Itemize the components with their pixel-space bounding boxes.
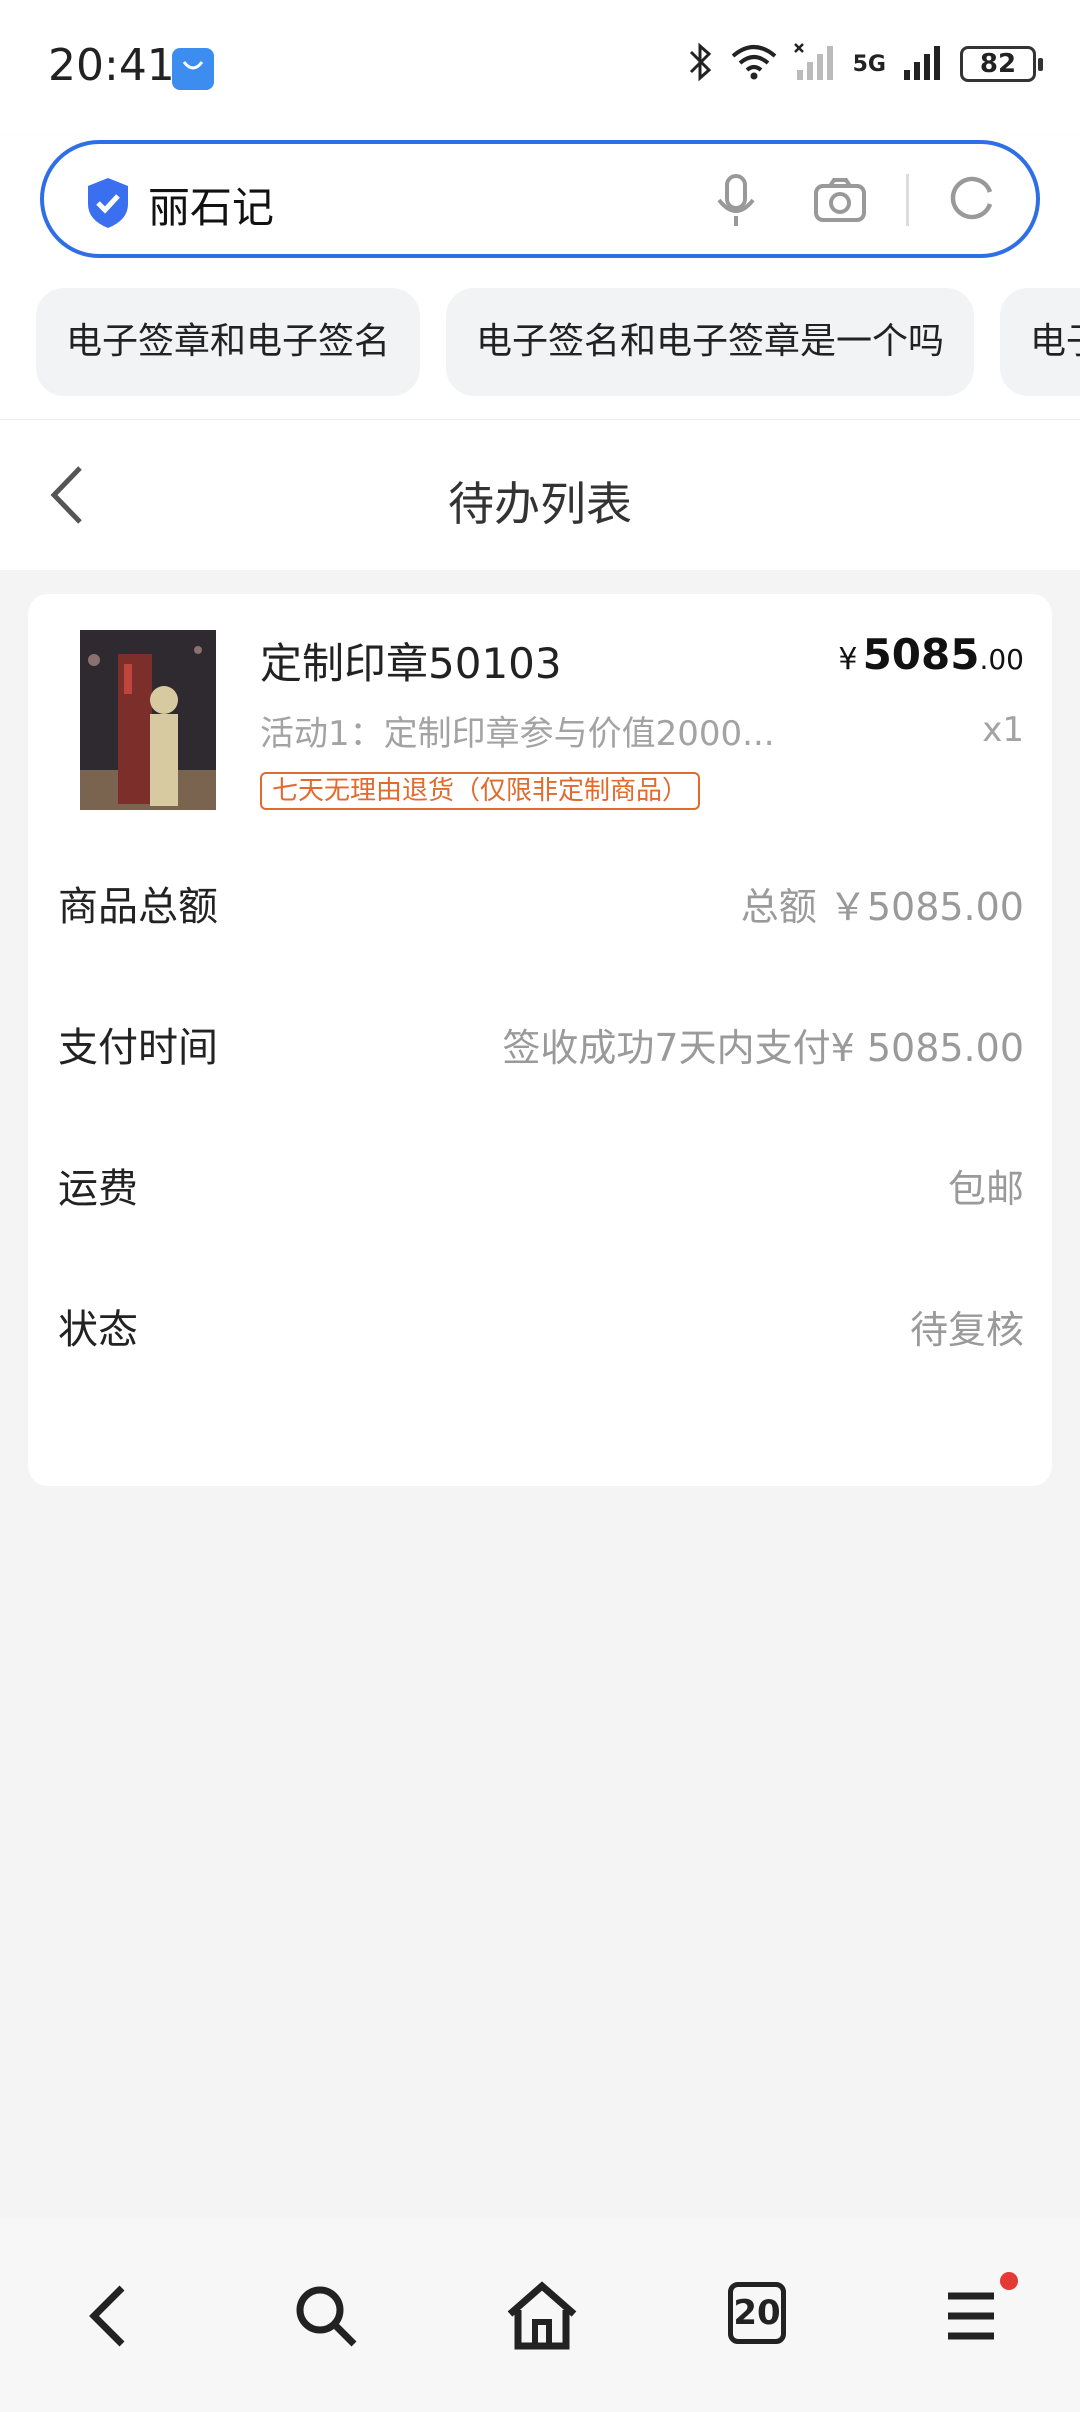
menu-icon[interactable] [934,2276,1014,2356]
price-decimal: .00 [979,643,1024,676]
page-header: 待办列表 [0,420,1080,570]
suggestion-chip[interactable]: 电子签名和电子签章是一个吗 [446,288,975,396]
quantity: x1 [982,710,1024,750]
home-icon[interactable] [502,2276,582,2356]
detail-value: 签收成功7天内支付¥ 5085.00 [502,1026,1024,1070]
status-bar: 20:41 5G 82 [0,0,1080,136]
price-currency: ¥ [838,642,858,677]
product-name[interactable]: 定制印章50103 [260,630,562,691]
notification-dot [1000,2272,1018,2290]
search-icon[interactable] [286,2276,366,2356]
page-title: 待办列表 [448,477,632,531]
activity-text: 活动1：定制印章参与价值2000... [260,714,775,754]
detail-row: 支付时间 签收成功7天内支付¥ 5085.00 [58,1015,1024,1075]
detail-row: 运费 包邮 [58,1156,1024,1216]
detail-value: 总额 ￥5085.00 [740,885,1024,929]
wifi-icon [729,42,779,86]
bluetooth-icon [687,42,715,86]
microphone-icon[interactable] [714,172,758,236]
shield-check-icon [84,176,132,234]
search-area: 丽石记 电子签章和电子签名 电子签名和电子签章是一个吗 电子 [0,136,1080,420]
app-store-icon [172,48,214,90]
detail-label: 商品总额 [58,884,218,930]
order-card[interactable]: 定制印章50103 ¥ 5085.00 活动1：定制印章参与价值2000... … [28,594,1052,1486]
back-icon[interactable] [70,2276,150,2356]
suggestion-chip[interactable]: 电子签章和电子签名 [36,288,421,396]
detail-row: 商品总额 总额 ￥5085.00 [58,874,1024,934]
detail-label: 状态 [58,1307,138,1353]
signal-icon [900,42,946,86]
suggestion-chip[interactable]: 电子 [1000,288,1080,396]
refresh-icon[interactable] [946,172,998,228]
divider [906,174,909,226]
product-image[interactable] [80,630,216,810]
detail-label: 运费 [58,1166,138,1212]
signal-icon [793,42,839,86]
detail-row: 状态 待复核 [58,1297,1024,1357]
bottom-nav: 20 [0,2218,1080,2412]
return-policy-badge: 七天无理由退货（仅限非定制商品） [260,772,701,810]
tabs-icon[interactable]: 20 [728,2282,786,2344]
search-query[interactable]: 丽石记 [148,174,274,235]
product-price: ¥ 5085.00 [838,630,1024,679]
search-input[interactable]: 丽石记 [40,140,1040,258]
suggestion-chips: 电子签章和电子签名 电子签名和电子签章是一个吗 电子 [36,288,1080,396]
battery-icon: 82 [960,46,1043,82]
detail-label: 支付时间 [58,1025,218,1071]
detail-value: 待复核 [909,1308,1024,1352]
network-type: 5G [852,51,886,77]
status-time: 20:41 [48,40,175,91]
detail-value: 包邮 [947,1167,1024,1211]
price-integer: 5085 [862,630,980,679]
status-icons: 5G 82 [687,42,1043,86]
camera-icon[interactable] [812,176,868,228]
